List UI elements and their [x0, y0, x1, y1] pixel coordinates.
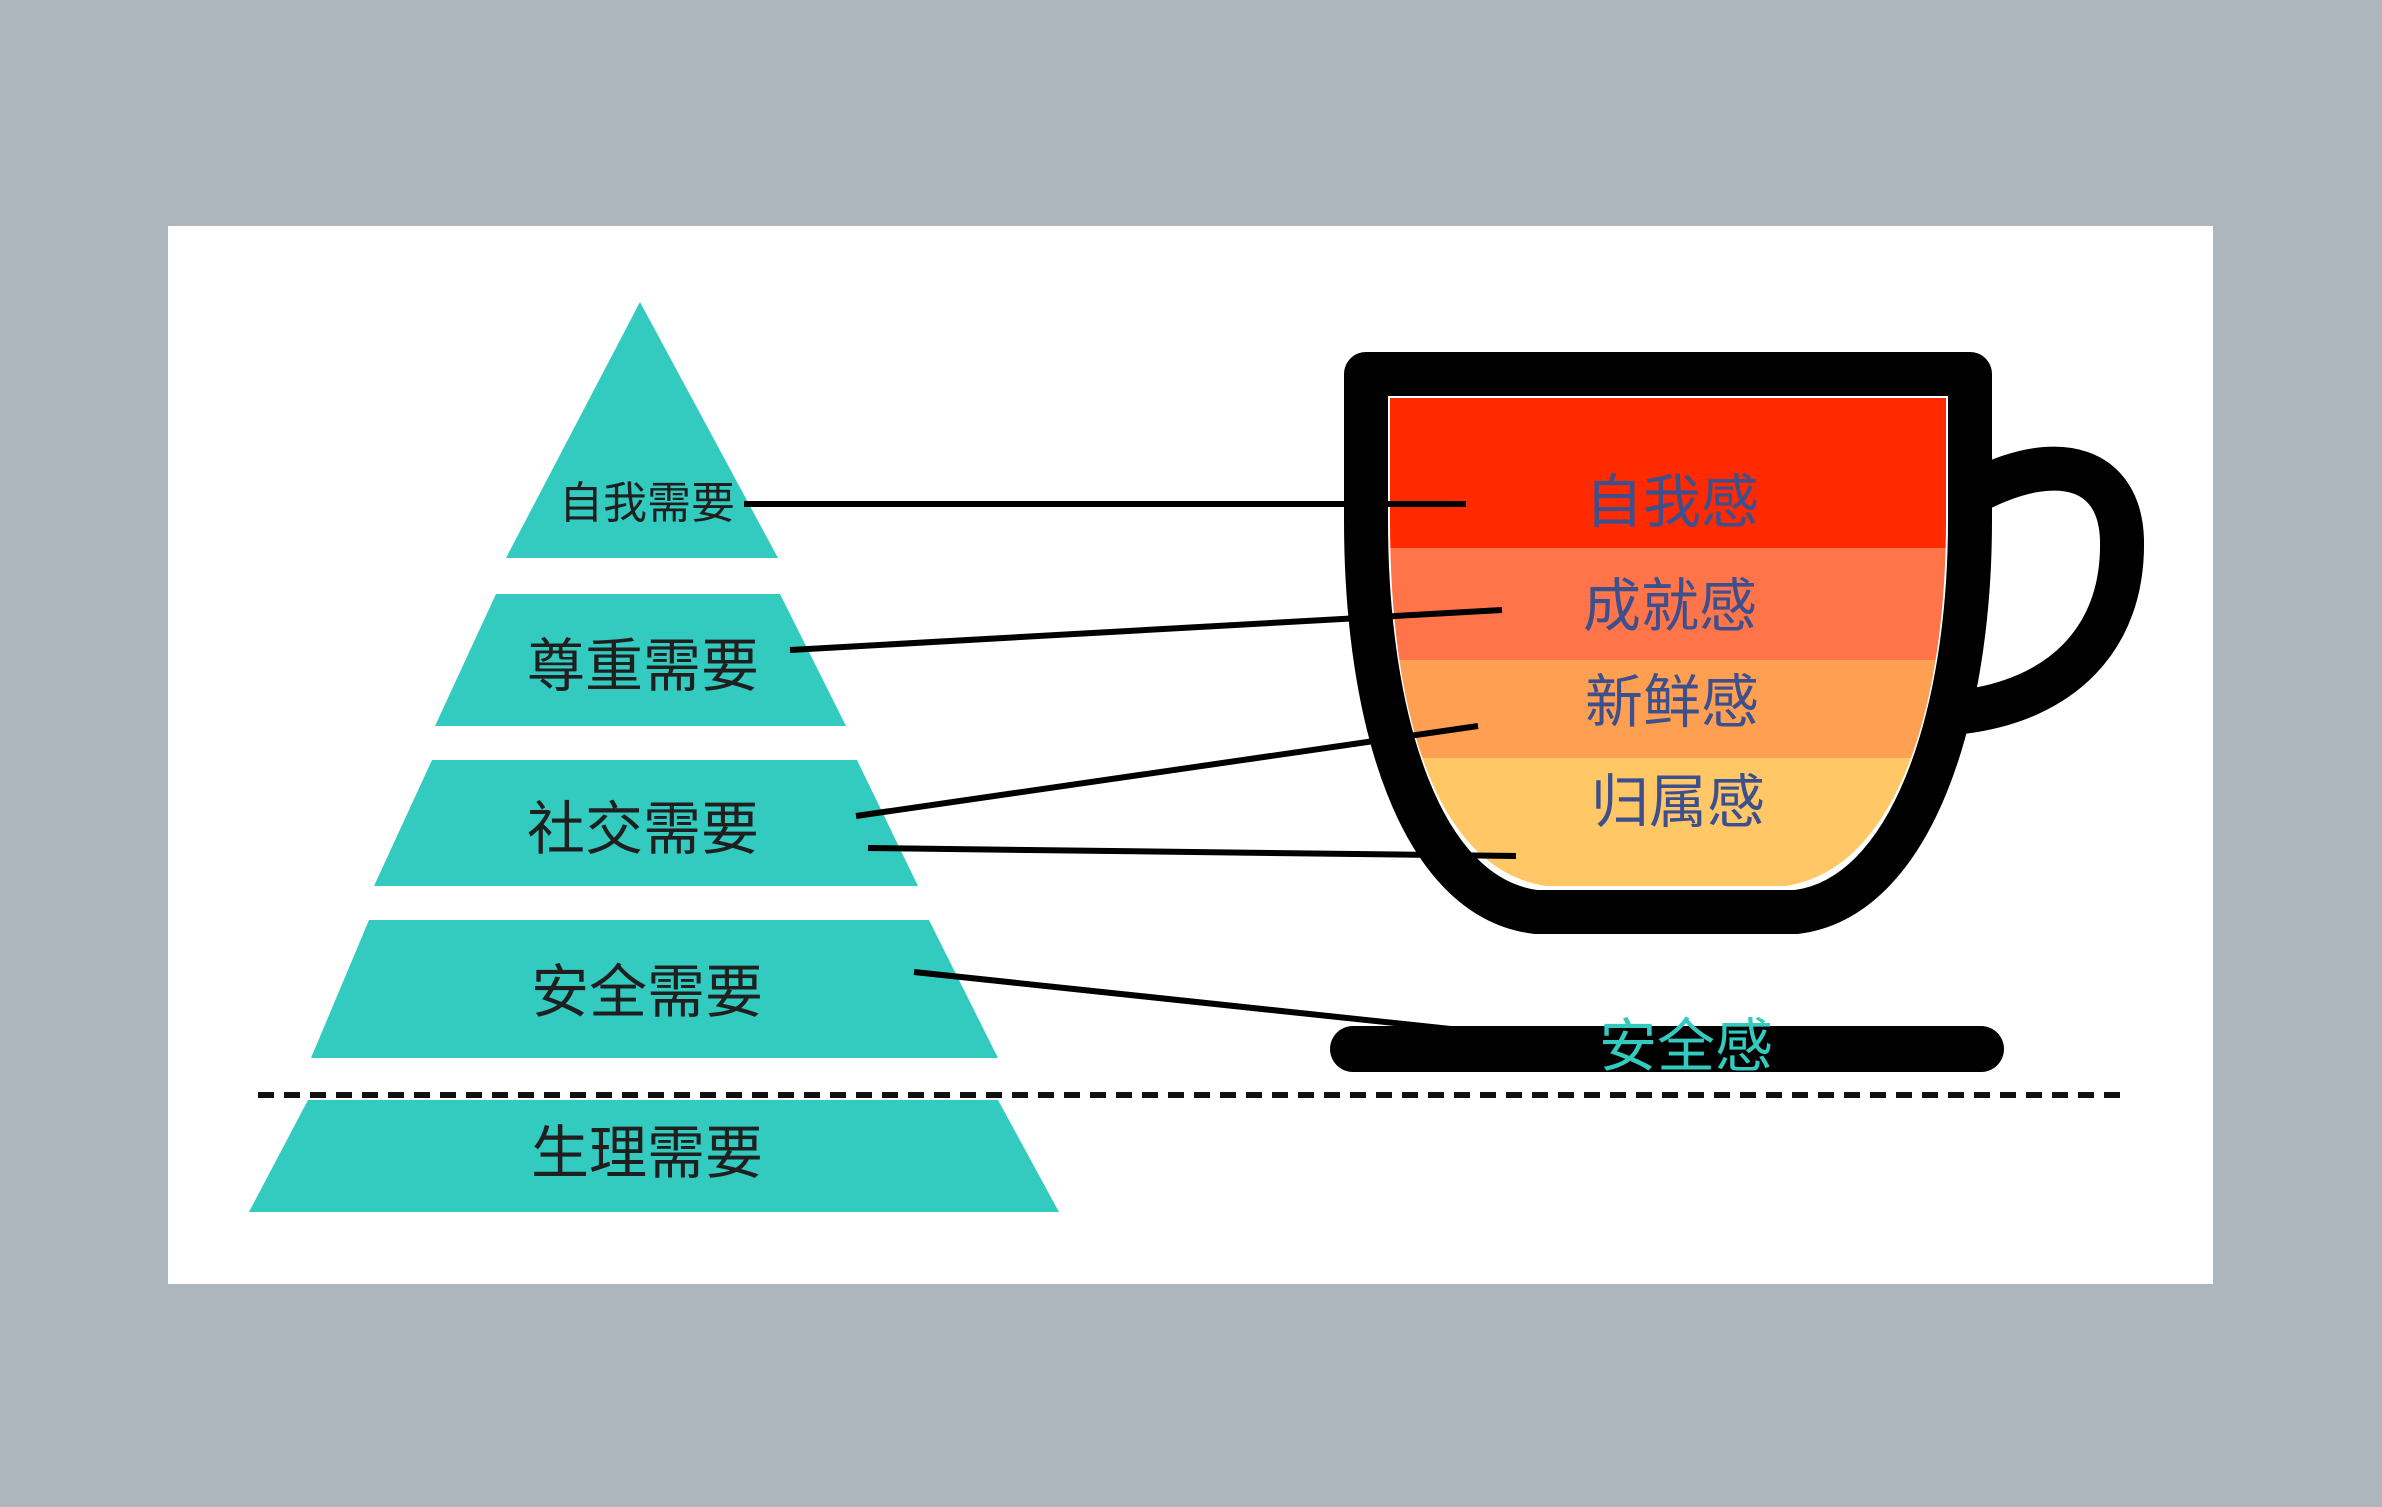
cup-label-achievement: 成就感	[1583, 572, 1757, 640]
pyramid-label-esteem: 尊重需要	[527, 632, 759, 700]
slide-background: 自我需要 尊重需要 社交需要 安全需要 生理需要 自我感 成就感 新鲜感 归属感…	[0, 0, 2382, 1507]
pyramid-label-social: 社交需要	[527, 795, 759, 863]
saucer: 安全感	[1330, 1012, 2004, 1080]
connector-safety	[913, 969, 1461, 1033]
pyramid-label-safety: 安全需要	[531, 958, 763, 1026]
pyramid-label-self: 自我需要	[559, 478, 735, 529]
needs-pyramid: 自我需要 尊重需要 社交需要 安全需要 生理需要	[249, 302, 1059, 1212]
cup-label-belonging: 归属感	[1591, 768, 1765, 836]
saucer-label-safety: 安全感	[1599, 1012, 1773, 1080]
cup: 自我感 成就感 新鲜感 归属感	[1344, 352, 2145, 934]
pyramid-label-physiological: 生理需要	[531, 1119, 763, 1187]
needs-cup-diagram: 自我需要 尊重需要 社交需要 安全需要 生理需要 自我感 成就感 新鲜感 归属感…	[249, 302, 2145, 1212]
cup-label-self: 自我感	[1585, 468, 1759, 536]
cup-label-novelty: 新鲜感	[1585, 668, 1759, 736]
